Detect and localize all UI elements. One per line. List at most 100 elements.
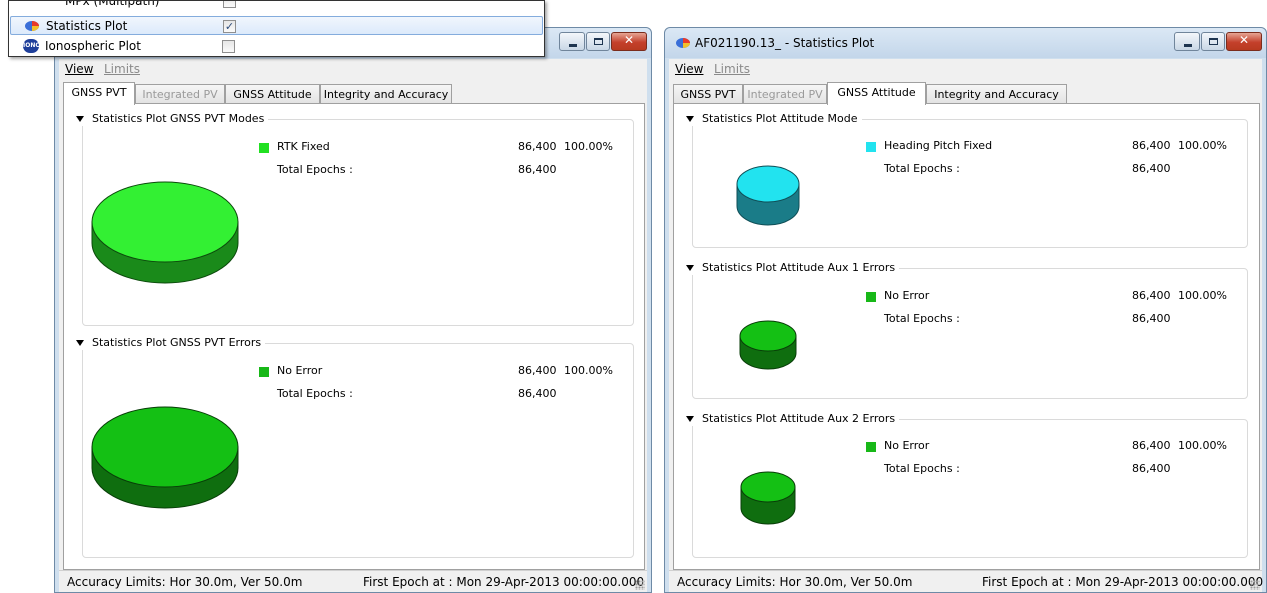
group-title[interactable]: Statistics Plot GNSS PVT Errors — [76, 336, 261, 349]
group-pvt-errors: Statistics Plot GNSS PVT Errors No Error… — [76, 336, 634, 558]
first-epoch-text: First Epoch at : Mon 29-Apr-2013 00:00:0… — [982, 575, 1264, 589]
collapse-triangle-icon[interactable] — [686, 264, 694, 271]
pie-chart — [736, 165, 800, 226]
checkbox-mpx[interactable] — [223, 1, 236, 8]
collapse-triangle-icon[interactable] — [76, 115, 84, 122]
iono-icon: IONO — [23, 39, 40, 53]
minimize-icon — [569, 44, 577, 47]
collapse-triangle-icon[interactable] — [76, 339, 84, 346]
group-title[interactable]: Statistics Plot Attitude Aux 2 Errors — [686, 412, 895, 425]
right-client-area: GNSS PVT Integrated PV GNSS Attitude Int… — [669, 79, 1264, 592]
total-epochs-label: Total Epochs : — [884, 312, 960, 325]
maximize-icon — [1209, 38, 1218, 45]
tab-gnss-attitude[interactable]: GNSS Attitude — [225, 84, 320, 104]
right-statusbar: Accuracy Limits: Hor 30.0m, Ver 50.0m Fi… — [669, 570, 1264, 592]
close-button[interactable]: ✕ — [611, 32, 647, 51]
list-item-mpx-multipath[interactable]: MPx (Multipath) — [10, 0, 543, 11]
legend-swatch — [259, 367, 269, 377]
legend-swatch — [866, 442, 876, 452]
desktop: ✕ View Limits GNSS PVT Integrated PV GNS… — [0, 0, 1267, 593]
tab-integrated-pv[interactable]: Integrated PV — [135, 84, 225, 104]
checkbox-statistics[interactable]: ✓ — [223, 20, 236, 33]
resize-grip-icon[interactable] — [1250, 580, 1260, 590]
total-epochs-value: 86,400 — [1132, 312, 1171, 325]
tab-integrity-accuracy[interactable]: Integrity and Accuracy — [320, 84, 452, 104]
pie-slice-rtk-fixed — [91, 181, 239, 263]
group-title[interactable]: Statistics Plot GNSS PVT Modes — [76, 112, 264, 125]
resize-grip-icon[interactable] — [635, 580, 645, 590]
pie-slice-no-error — [91, 406, 239, 488]
minimize-button[interactable] — [559, 32, 585, 51]
close-icon: ✕ — [1238, 33, 1250, 47]
legend-percent: 100.00% — [1178, 139, 1227, 152]
legend-label: No Error — [884, 289, 930, 302]
list-item-label: Ionospheric Plot — [45, 39, 141, 53]
collapse-triangle-icon[interactable] — [686, 115, 694, 122]
tab-integrated-pv[interactable]: Integrated PV — [743, 84, 827, 104]
maximize-button[interactable] — [586, 32, 610, 51]
maximize-icon — [594, 38, 603, 45]
right-menubar: View Limits — [669, 59, 1262, 79]
total-epochs-value: 86,400 — [518, 163, 557, 176]
total-epochs-value: 86,400 — [518, 387, 557, 400]
legend-percent: 100.00% — [564, 364, 613, 377]
menu-view[interactable]: View — [675, 62, 703, 76]
list-item-label: Statistics Plot — [46, 19, 128, 33]
group-title[interactable]: Statistics Plot Attitude Mode — [686, 112, 858, 125]
legend-value: 86,400 — [518, 364, 557, 377]
left-tab-page: Statistics Plot GNSS PVT Modes RTK Fixed… — [63, 103, 645, 570]
list-item-label: MPx (Multipath) — [65, 0, 160, 8]
pie-icon — [676, 38, 690, 48]
legend-label: RTK Fixed — [277, 140, 330, 153]
pie-slice-no-error — [740, 471, 796, 503]
legend-value: 86,400 — [1132, 439, 1171, 452]
minimize-button[interactable] — [1174, 32, 1200, 51]
menu-limits[interactable]: Limits — [104, 62, 140, 76]
left-statistics-window: ✕ View Limits GNSS PVT Integrated PV GNS… — [54, 27, 652, 593]
group-pvt-modes: Statistics Plot GNSS PVT Modes RTK Fixed… — [76, 112, 634, 326]
maximize-button[interactable] — [1201, 32, 1225, 51]
legend-value: 86,400 — [1132, 289, 1171, 302]
pie-chart — [740, 471, 796, 525]
group-attitude-aux1: Statistics Plot Attitude Aux 1 Errors No… — [686, 261, 1248, 399]
left-client-area: GNSS PVT Integrated PV GNSS Attitude Int… — [59, 79, 647, 592]
legend-value: 86,400 — [518, 140, 557, 153]
list-item-ionospheric-plot[interactable]: IONO Ionospheric Plot — [10, 37, 543, 56]
legend-percent: 100.00% — [1178, 289, 1227, 302]
right-statistics-window: AF021190.13_ - Statistics Plot ✕ View Li… — [664, 27, 1267, 593]
plot-selection-list: MPx (Multipath) Statistics Plot ✓ IONO I… — [8, 0, 545, 57]
pie-chart — [91, 406, 239, 509]
legend-label: Heading Pitch Fixed — [884, 139, 993, 152]
tab-gnss-pvt[interactable]: GNSS PVT — [63, 82, 135, 105]
collapse-triangle-icon[interactable] — [686, 415, 694, 422]
pie-icon — [25, 21, 39, 31]
legend-percent: 100.00% — [1178, 439, 1227, 452]
first-epoch-text: First Epoch at : Mon 29-Apr-2013 00:00:0… — [363, 575, 645, 589]
tab-gnss-pvt[interactable]: GNSS PVT — [673, 84, 743, 104]
tab-gnss-attitude[interactable]: GNSS Attitude — [827, 82, 926, 105]
right-window-titlebar[interactable]: AF021190.13_ - Statistics Plot ✕ — [665, 28, 1266, 58]
close-icon: ✕ — [623, 33, 635, 47]
pie-slice-heading-pitch-fixed — [736, 165, 800, 203]
group-title[interactable]: Statistics Plot Attitude Aux 1 Errors — [686, 261, 895, 274]
legend-label: No Error — [884, 439, 930, 452]
legend-swatch — [259, 143, 269, 153]
list-item-statistics-plot[interactable]: Statistics Plot ✓ — [10, 16, 543, 35]
total-epochs-value: 86,400 — [1132, 462, 1171, 475]
group-attitude-aux2: Statistics Plot Attitude Aux 2 Errors No… — [686, 412, 1248, 558]
minimize-icon — [1184, 44, 1192, 47]
total-epochs-label: Total Epochs : — [277, 387, 353, 400]
menu-limits[interactable]: Limits — [714, 62, 750, 76]
close-button[interactable]: ✕ — [1226, 32, 1262, 51]
menu-view[interactable]: View — [65, 62, 93, 76]
legend-label: No Error — [277, 364, 323, 377]
total-epochs-value: 86,400 — [1132, 162, 1171, 175]
right-tab-page: Statistics Plot Attitude Mode Heading Pi… — [673, 103, 1260, 570]
total-epochs-label: Total Epochs : — [884, 162, 960, 175]
group-attitude-mode: Statistics Plot Attitude Mode Heading Pi… — [686, 112, 1248, 248]
tab-integrity-accuracy[interactable]: Integrity and Accuracy — [926, 84, 1067, 104]
checkbox-ionospheric[interactable] — [222, 40, 235, 53]
pie-slice-no-error — [739, 320, 797, 352]
total-epochs-label: Total Epochs : — [277, 163, 353, 176]
total-epochs-label: Total Epochs : — [884, 462, 960, 475]
